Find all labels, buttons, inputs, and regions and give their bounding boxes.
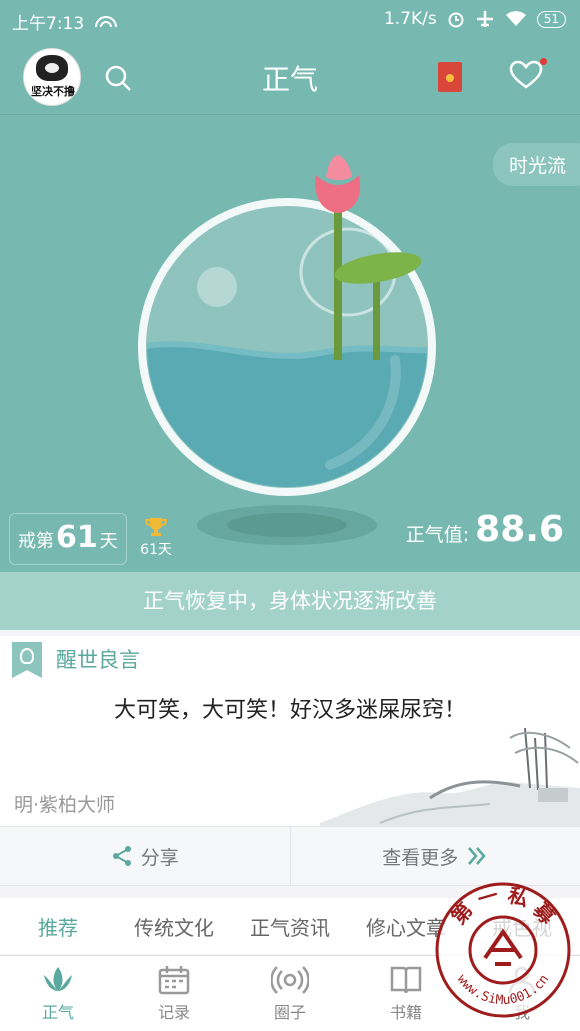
days-suffix: 天 xyxy=(99,531,118,552)
tab-records[interactable]: 记录 xyxy=(116,956,232,1031)
airplane-icon xyxy=(476,11,493,27)
fishbowl-illustration xyxy=(138,155,436,545)
zhengqi-score: 正气值: 88.6 xyxy=(406,509,564,550)
quote-heading: 醒世良言 xyxy=(56,648,140,672)
quote-text: 大可笑，大可笑！好汉多迷屎尿窍！ xyxy=(113,698,466,723)
wifi-icon xyxy=(505,11,526,26)
trophy-record[interactable]: 61天 xyxy=(140,517,172,559)
lotus-icon xyxy=(44,966,72,991)
favorites-button[interactable] xyxy=(509,58,547,94)
double-chevron-icon xyxy=(468,847,486,865)
category-recommend[interactable]: 推荐 xyxy=(0,912,116,941)
status-bar: 上午7:13 1.7K/s 51 xyxy=(0,0,580,40)
quote-actions: 分享 查看更多 xyxy=(0,826,580,886)
book-icon xyxy=(390,966,422,993)
days-prefix: 戒第 xyxy=(18,531,54,552)
notification-dot xyxy=(540,58,547,65)
tab-label: 正气 xyxy=(41,1002,74,1022)
tab-label: 圈子 xyxy=(273,1002,306,1022)
calendar-icon xyxy=(158,965,190,994)
share-icon xyxy=(112,846,131,866)
battery-icon: 51 xyxy=(536,10,566,28)
view-more-label: 查看更多 xyxy=(382,846,459,869)
heart-icon xyxy=(509,60,543,89)
alarm-icon xyxy=(448,12,464,28)
tab-circle[interactable]: 圈子 xyxy=(232,956,348,1031)
zhengqi-value: 88.6 xyxy=(475,509,564,550)
zhengqi-label: 正气值: xyxy=(405,524,470,546)
watermark-stamp: 第 一 私 募 www.SiMu001.cn xyxy=(435,882,571,1018)
broadcast-icon xyxy=(271,965,309,994)
tab-label: 书籍 xyxy=(389,1002,422,1022)
app-header: 坚决不撸 正气 xyxy=(0,40,580,115)
bulb-icon xyxy=(12,642,42,678)
status-banner: 正气恢复中，身体状况逐渐改善 xyxy=(0,572,580,630)
quote-author: 明·紫柏大师 xyxy=(14,794,116,816)
trophy-icon xyxy=(145,518,167,536)
ink-landscape-image xyxy=(320,728,580,826)
quote-card[interactable]: 醒世良言 大可笑，大可笑！好汉多迷屎尿窍！ 明·紫柏大师 xyxy=(0,636,580,826)
days-value: 61 xyxy=(56,520,98,555)
network-speed: 1.7K/s xyxy=(383,9,437,29)
signal-icon xyxy=(95,15,118,27)
share-button[interactable]: 分享 xyxy=(0,827,290,885)
page-title: 正气 xyxy=(261,63,318,96)
trophy-days: 61天 xyxy=(140,542,172,558)
category-traditional-culture[interactable]: 传统文化 xyxy=(116,912,232,941)
tab-zhengqi[interactable]: 正气 xyxy=(0,956,116,1031)
abstinence-days-counter: 戒第 61 天 xyxy=(9,513,127,565)
category-news[interactable]: 正气资讯 xyxy=(232,912,348,941)
red-packet-icon[interactable] xyxy=(438,62,462,92)
share-label: 分享 xyxy=(140,846,179,869)
app-screen: 上午7:13 1.7K/s 51 坚决不撸 正气 时光流 戒第 61 天 61天… xyxy=(0,0,580,1031)
view-more-button[interactable]: 查看更多 xyxy=(289,827,580,885)
hero-section: 时光流 戒第 61 天 61天 正气值: 88.6 xyxy=(0,115,580,572)
status-time: 上午7:13 xyxy=(12,14,85,34)
tab-label: 记录 xyxy=(157,1002,190,1022)
